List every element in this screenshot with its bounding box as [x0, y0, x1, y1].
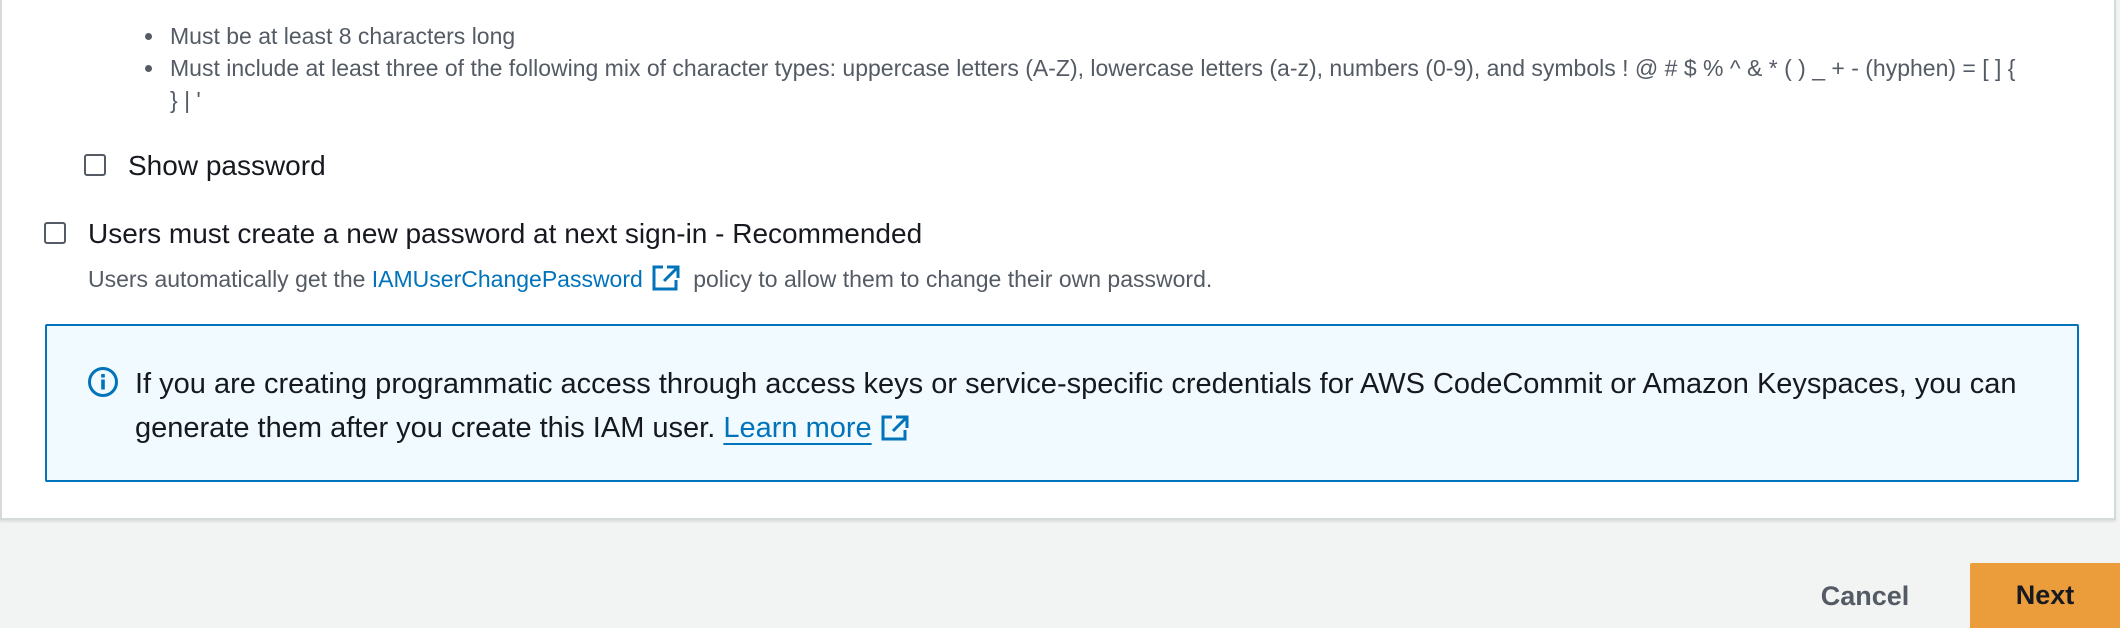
external-link-icon[interactable]	[880, 411, 910, 441]
info-icon	[87, 366, 119, 398]
require-reset-label[interactable]: Users must create a new password at next…	[88, 217, 922, 251]
password-rule-item: Must be at least 8 characters long	[166, 20, 2026, 52]
policy-link[interactable]: IAMUserChangePassword	[372, 266, 643, 292]
description-suffix: policy to allow them to change their own…	[693, 266, 1213, 292]
show-password-checkbox[interactable]	[84, 154, 106, 176]
password-rule-item: Must include at least three of the follo…	[166, 52, 2026, 116]
cancel-button[interactable]: Cancel	[1800, 564, 1930, 628]
info-alert: If you are creating programmatic access …	[45, 324, 2079, 482]
info-alert-text: If you are creating programmatic access …	[135, 368, 2017, 444]
require-reset-checkbox[interactable]	[44, 222, 66, 244]
require-reset-description: Users automatically get the IAMUserChang…	[88, 264, 1212, 294]
next-button[interactable]: Next	[1970, 563, 2120, 628]
external-link-icon[interactable]	[651, 264, 681, 292]
description-prefix: Users automatically get the	[88, 266, 366, 292]
learn-more-link[interactable]: Learn more	[723, 412, 871, 444]
password-requirements-list: Must be at least 8 characters long Must …	[142, 20, 2026, 116]
show-password-label[interactable]: Show password	[128, 149, 326, 183]
info-alert-message: If you are creating programmatic access …	[135, 362, 2035, 450]
user-details-panel: Must be at least 8 characters long Must …	[0, 0, 2116, 520]
